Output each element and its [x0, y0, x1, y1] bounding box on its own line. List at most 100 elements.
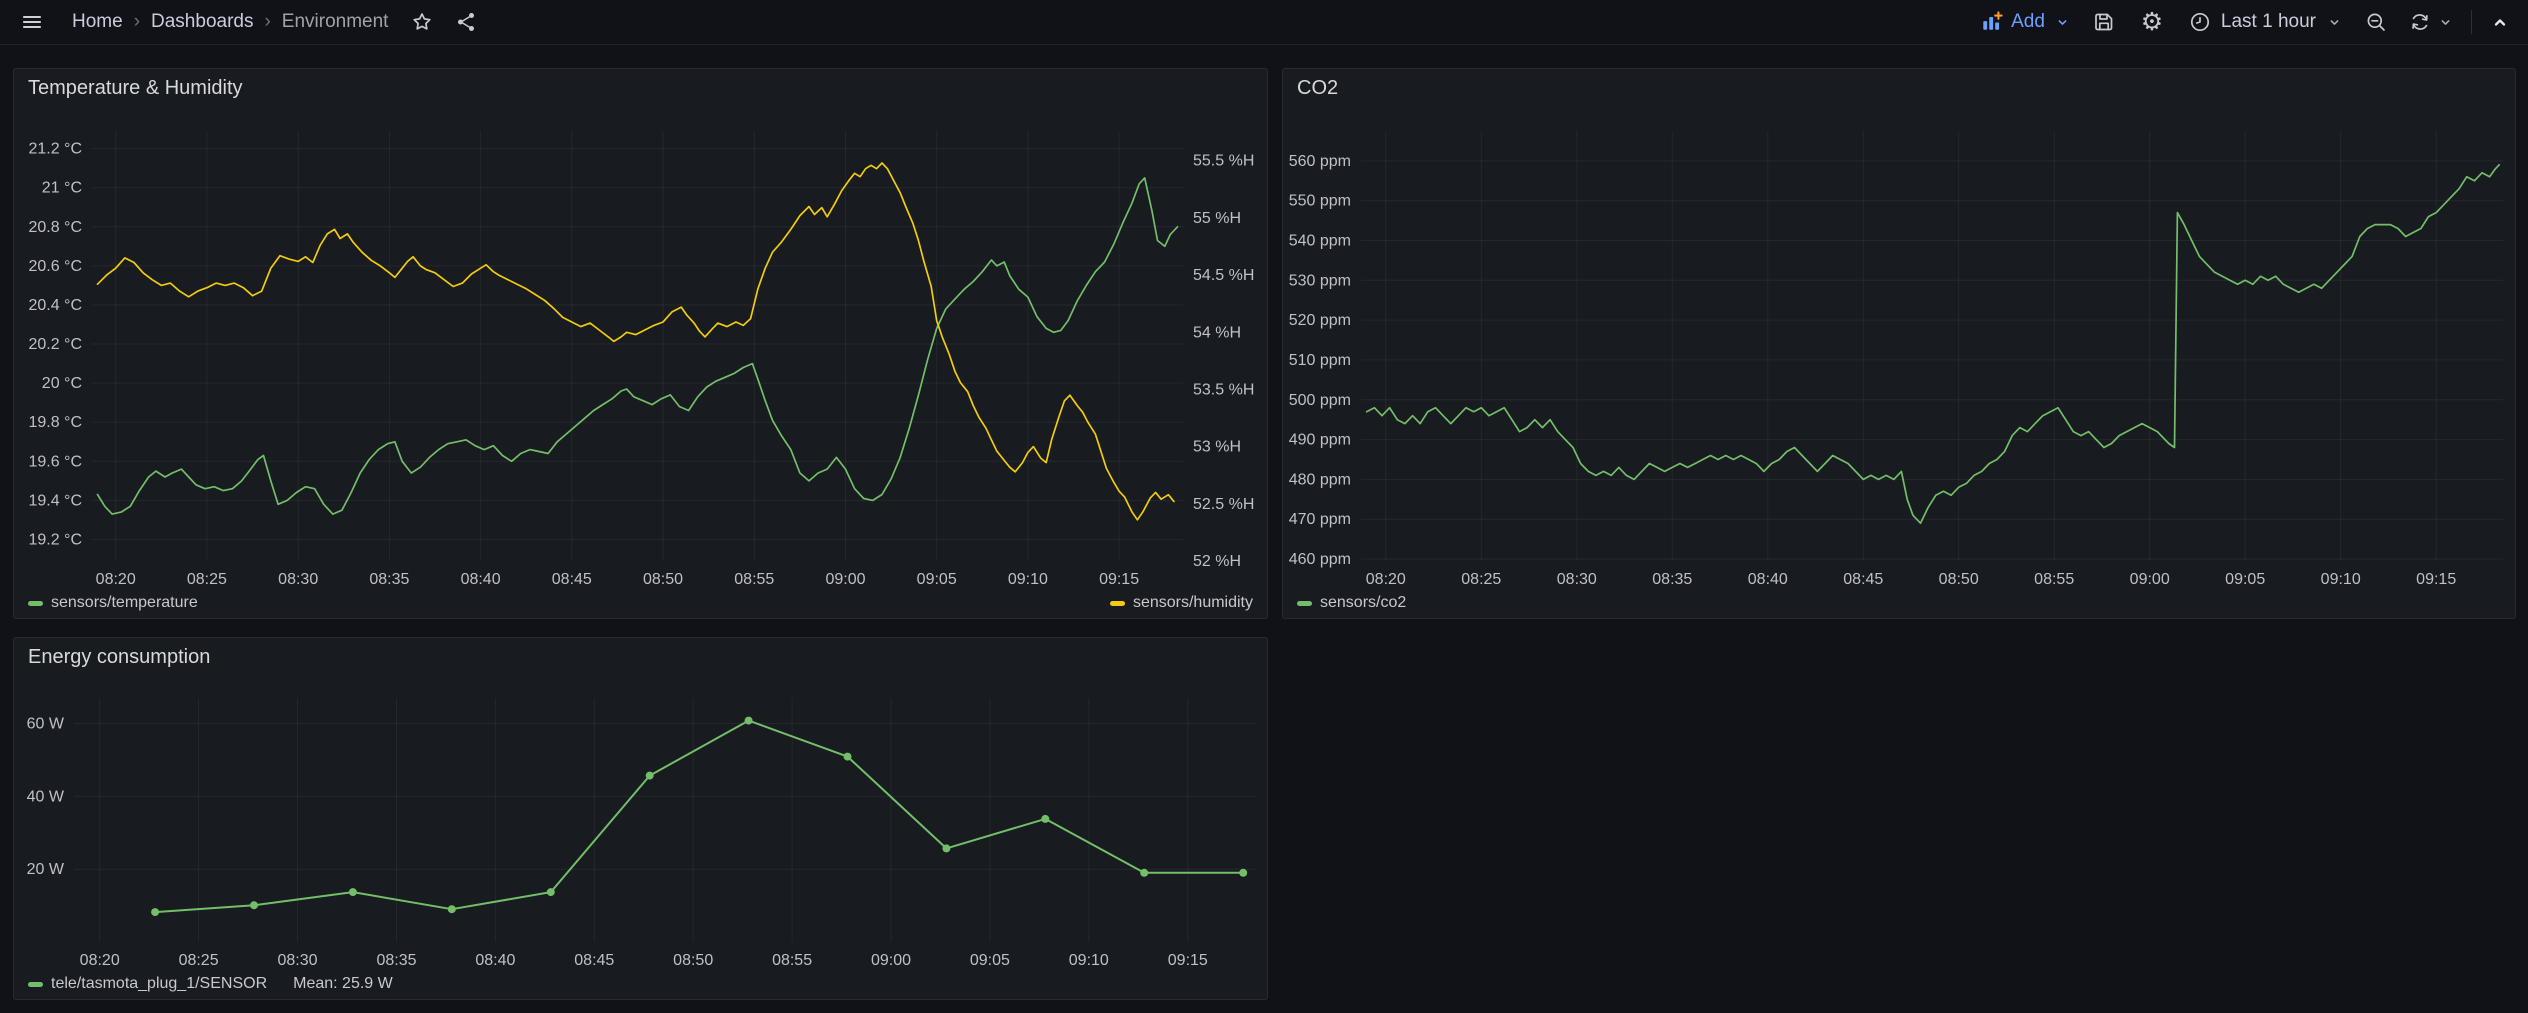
svg-text:560 ppm: 560 ppm: [1289, 153, 1351, 170]
menu-toggle-button[interactable]: [16, 6, 48, 38]
time-range-picker[interactable]: Last 1 hour: [2188, 10, 2344, 34]
svg-text:19.4 °C: 19.4 °C: [28, 492, 82, 509]
svg-text:52.5 %H: 52.5 %H: [1193, 496, 1254, 513]
add-panel-button[interactable]: Add: [1981, 11, 2072, 33]
svg-text:55.5 %H: 55.5 %H: [1193, 153, 1254, 170]
chart-co2[interactable]: 08:2008:2508:3008:3508:4008:4508:5008:55…: [1283, 107, 2515, 590]
svg-text:08:45: 08:45: [1843, 571, 1883, 588]
svg-text:09:00: 09:00: [825, 571, 865, 588]
zoom-out-time-button[interactable]: [2360, 6, 2392, 38]
svg-text:08:55: 08:55: [734, 571, 774, 588]
time-range-label: Last 1 hour: [2221, 11, 2316, 33]
breadcrumb-home[interactable]: Home: [72, 11, 123, 33]
chart-temperature-humidity[interactable]: 08:2008:2508:3008:3508:4008:4508:5008:55…: [14, 107, 1267, 590]
breadcrumb-dashboards[interactable]: Dashboards: [151, 11, 253, 33]
svg-text:08:40: 08:40: [461, 571, 501, 588]
svg-text:08:50: 08:50: [643, 571, 683, 588]
panel-title-energy[interactable]: Energy consumption: [14, 638, 1267, 676]
legend-swatch-co2: [1297, 601, 1312, 606]
collapse-toolbar-button[interactable]: [2488, 6, 2512, 38]
svg-text:53 %H: 53 %H: [1193, 439, 1241, 456]
legend-item-co2[interactable]: sensors/co2: [1297, 594, 1406, 612]
svg-text:540 ppm: 540 ppm: [1289, 233, 1351, 250]
svg-text:19.8 °C: 19.8 °C: [28, 414, 82, 431]
legend-label-energy: tele/tasmota_plug_1/SENSOR: [51, 975, 267, 993]
panel-title: Energy consumption: [28, 646, 210, 669]
share-dashboard-button[interactable]: [450, 6, 482, 38]
breadcrumb-environment[interactable]: Environment: [282, 11, 389, 33]
svg-text:510 ppm: 510 ppm: [1289, 352, 1351, 369]
svg-text:09:05: 09:05: [2225, 571, 2265, 588]
svg-text:08:35: 08:35: [1652, 571, 1692, 588]
svg-text:550 ppm: 550 ppm: [1289, 193, 1351, 210]
legend-temperature-humidity: sensors/temperature sensors/humidity: [28, 588, 1253, 618]
svg-text:470 ppm: 470 ppm: [1289, 511, 1351, 528]
svg-text:08:25: 08:25: [187, 571, 227, 588]
svg-text:08:55: 08:55: [772, 952, 812, 969]
breadcrumb: Home › Dashboards › Environment: [72, 11, 388, 33]
panel-co2: CO2 08:2008:2508:3008:3508:4008:4508:500…: [1282, 68, 2516, 619]
svg-text:08:20: 08:20: [1366, 571, 1406, 588]
refresh-dashboard-button[interactable]: [2408, 10, 2455, 34]
save-dashboard-button[interactable]: [2088, 6, 2120, 38]
panel-title-temperature-humidity[interactable]: Temperature & Humidity: [14, 69, 1267, 107]
top-nav-bar: Home › Dashboards › Environment: [0, 0, 2528, 45]
chevron-up-icon: [2488, 10, 2512, 34]
svg-text:20 W: 20 W: [27, 861, 65, 878]
svg-text:08:35: 08:35: [376, 952, 416, 969]
svg-text:08:55: 08:55: [2034, 571, 2074, 588]
chevron-down-icon: [2053, 13, 2072, 32]
breadcrumb-separator: ›: [134, 11, 140, 33]
chart-energy[interactable]: 08:2008:2508:3008:3508:4008:4508:5008:55…: [14, 676, 1267, 971]
panel-title: Temperature & Humidity: [28, 77, 243, 100]
svg-text:08:40: 08:40: [1748, 571, 1788, 588]
svg-text:09:05: 09:05: [970, 952, 1010, 969]
legend-swatch-temperature: [28, 601, 43, 606]
toolbar-divider: [2471, 10, 2472, 34]
svg-text:530 ppm: 530 ppm: [1289, 272, 1351, 289]
svg-text:490 ppm: 490 ppm: [1289, 432, 1351, 449]
add-button-label: Add: [2011, 11, 2045, 33]
dashboard-settings-button[interactable]: ⚙: [2136, 6, 2168, 38]
svg-text:08:25: 08:25: [179, 952, 219, 969]
svg-text:52 %H: 52 %H: [1193, 553, 1241, 570]
svg-text:09:00: 09:00: [2130, 571, 2170, 588]
svg-text:08:50: 08:50: [1939, 571, 1979, 588]
svg-text:09:10: 09:10: [2321, 571, 2361, 588]
svg-text:21 °C: 21 °C: [42, 180, 82, 197]
svg-text:08:45: 08:45: [552, 571, 592, 588]
svg-text:08:35: 08:35: [369, 571, 409, 588]
svg-text:460 ppm: 460 ppm: [1289, 551, 1351, 568]
svg-text:20.8 °C: 20.8 °C: [28, 219, 82, 236]
legend-item-humidity[interactable]: sensors/humidity: [1110, 594, 1253, 612]
svg-text:53.5 %H: 53.5 %H: [1193, 382, 1254, 399]
svg-text:09:15: 09:15: [1099, 571, 1139, 588]
svg-text:40 W: 40 W: [27, 788, 65, 805]
svg-text:09:15: 09:15: [2416, 571, 2456, 588]
svg-text:520 ppm: 520 ppm: [1289, 312, 1351, 329]
legend-co2: sensors/co2: [1297, 588, 2501, 618]
legend-item-energy[interactable]: tele/tasmota_plug_1/SENSOR Mean: 25.9 W: [28, 975, 393, 993]
panel-energy-consumption: Energy consumption 08:2008:2508:3008:350…: [13, 637, 1268, 1000]
svg-text:480 ppm: 480 ppm: [1289, 471, 1351, 488]
panel-title-co2[interactable]: CO2: [1283, 69, 2515, 107]
svg-text:09:00: 09:00: [871, 952, 911, 969]
legend-label-humidity: sensors/humidity: [1133, 594, 1253, 612]
svg-text:19.6 °C: 19.6 °C: [28, 453, 82, 470]
chevron-down-icon[interactable]: [2436, 13, 2455, 32]
svg-text:500 ppm: 500 ppm: [1289, 392, 1351, 409]
panel-add-icon: [1981, 11, 2003, 33]
svg-text:08:50: 08:50: [673, 952, 713, 969]
svg-text:60 W: 60 W: [27, 716, 65, 733]
svg-text:20.4 °C: 20.4 °C: [28, 297, 82, 314]
chevron-down-icon: [2325, 13, 2344, 32]
svg-text:08:25: 08:25: [1461, 571, 1501, 588]
svg-text:54 %H: 54 %H: [1193, 324, 1241, 341]
favorite-dashboard-button[interactable]: [406, 6, 438, 38]
svg-text:09:15: 09:15: [1168, 952, 1208, 969]
legend-label-temperature: sensors/temperature: [51, 594, 198, 612]
svg-text:55 %H: 55 %H: [1193, 210, 1241, 227]
legend-item-temperature[interactable]: sensors/temperature: [28, 594, 198, 612]
hamburger-menu-icon: [20, 10, 44, 34]
star-icon: [410, 10, 434, 34]
